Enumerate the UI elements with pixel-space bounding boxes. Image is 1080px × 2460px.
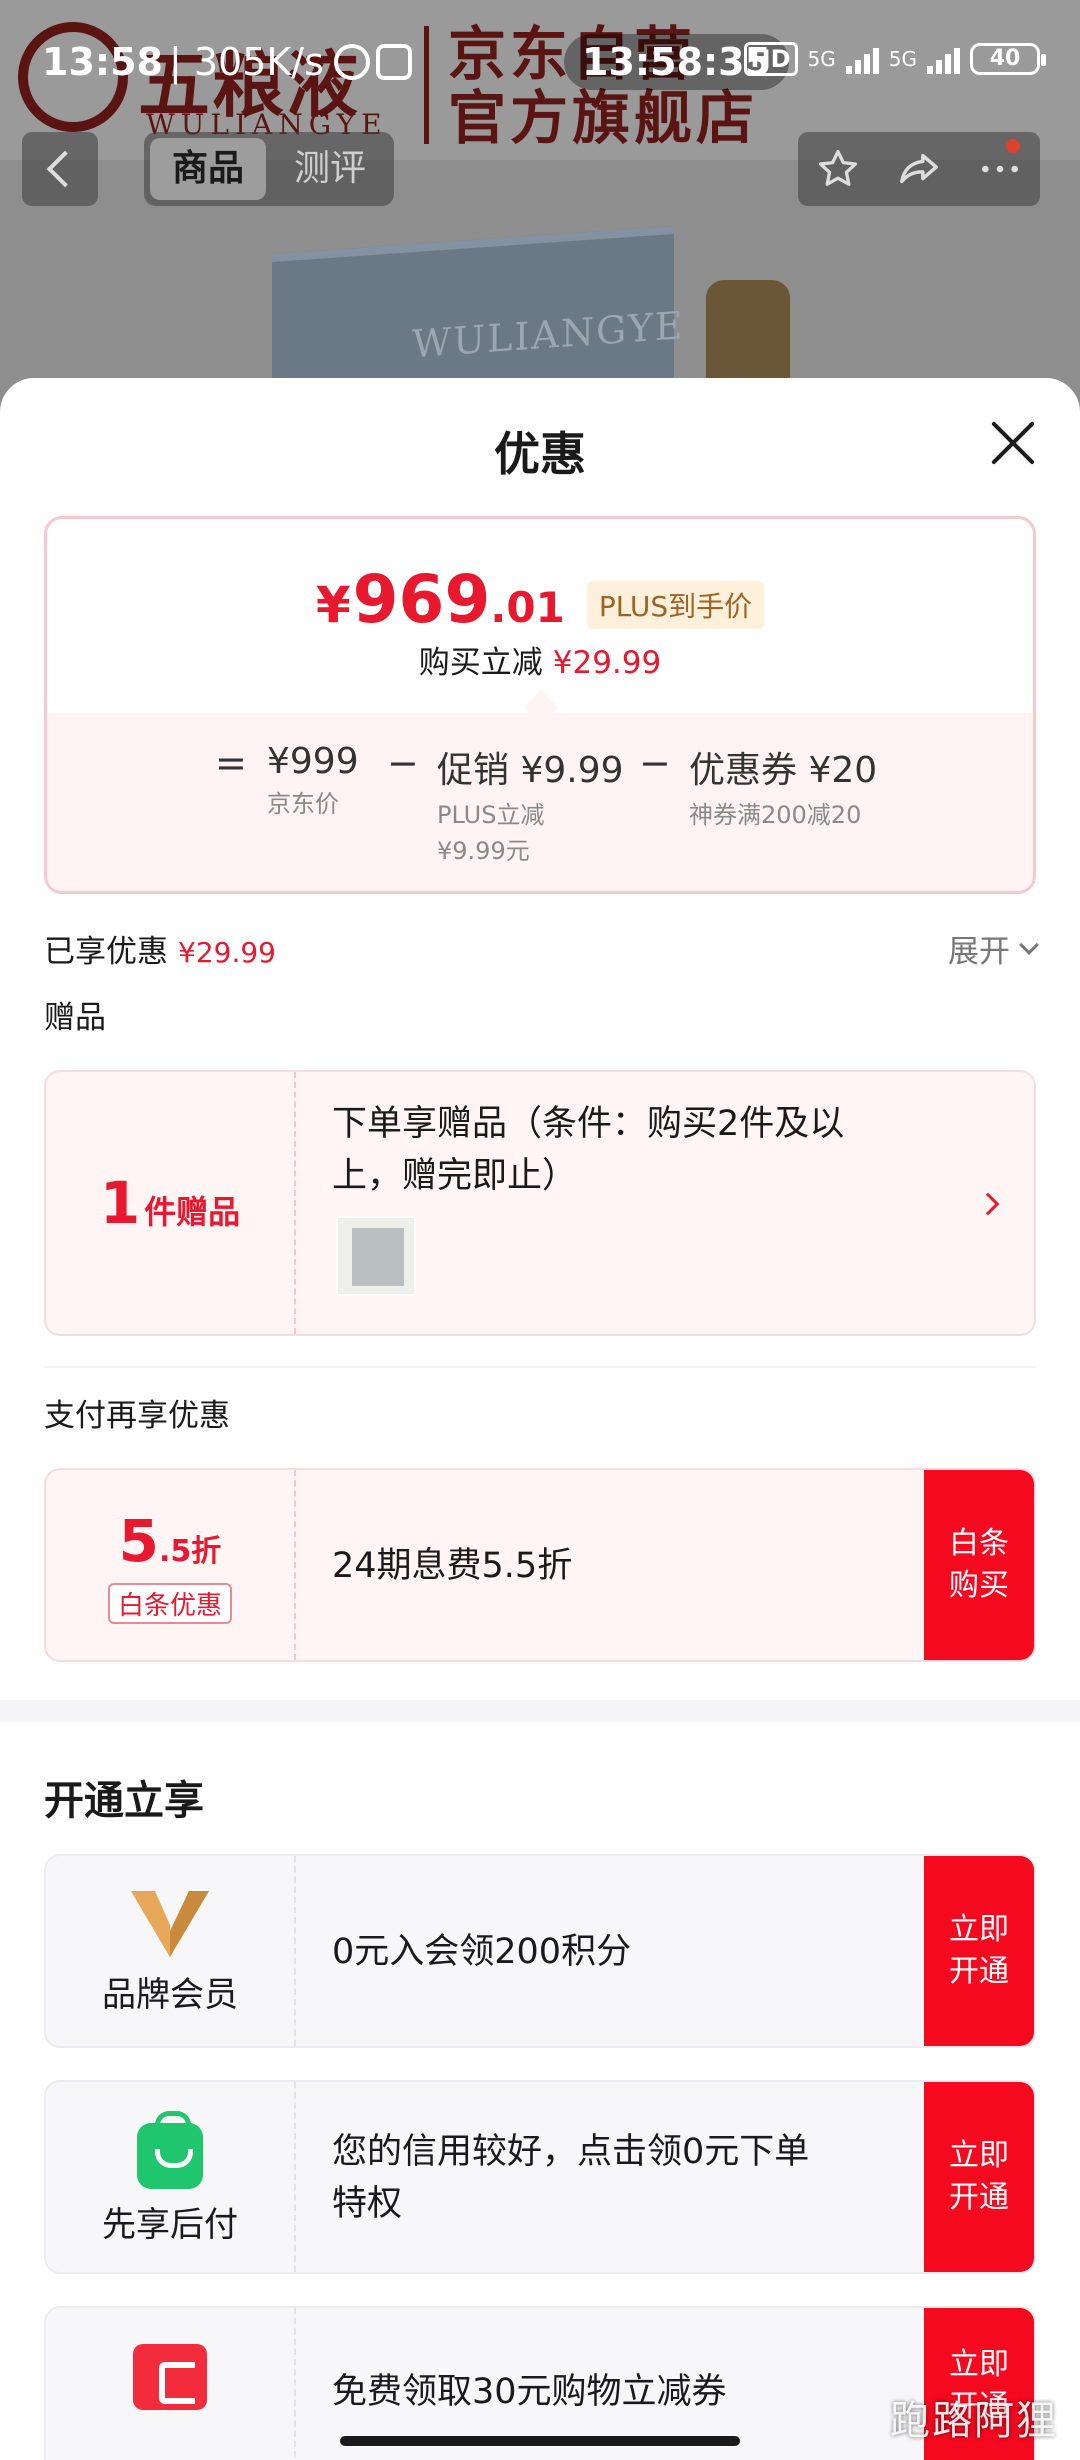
gift-card[interactable]: 1 件赠品 下单享赠品（条件：购买2件及以 上，赠完即止） <box>44 1070 1036 1336</box>
purchase-discount-label: 购买立减 <box>418 645 543 681</box>
pay-later-area: 先享后付 <box>46 2082 296 2272</box>
promo-discount: 促销 ¥9.99 PLUS立减 ¥9.99元 <box>437 741 624 869</box>
section-separator <box>0 1700 1080 1722</box>
enjoyed-value: ¥29.99 <box>178 936 276 969</box>
open-section-title: 开通立享 <box>44 1778 204 1824</box>
baitiao-discount-area: 5 .5折 白条优惠 <box>46 1470 296 1660</box>
price-breakdown: = ¥999 京东价 − 促销 ¥9.99 PLUS立减 ¥9.99元 − 优惠… <box>47 713 1033 891</box>
jd-price-value: ¥999 <box>267 741 359 782</box>
pay-section-label: 支付再享优惠 <box>44 1398 230 1434</box>
purchase-discount: 购买立减 ¥29.99 <box>47 637 1033 682</box>
shopping-bag-icon <box>137 2110 203 2189</box>
baitiao-tag: 白条优惠 <box>107 1582 232 1624</box>
expand-label: 展开 <box>948 934 1010 970</box>
more-icon[interactable] <box>976 139 1024 193</box>
discount-number: 5 <box>118 1506 160 1575</box>
card-icon <box>133 2344 207 2410</box>
gift-count-area: 1 件赠品 <box>46 1072 296 1334</box>
pay-later-card: 先享后付 您的信用较好，点击领0元下单 特权 立即 开通 <box>44 2080 1036 2274</box>
gift-count: 1 件赠品 <box>100 1169 240 1237</box>
product-box-label: WULIANGYE <box>412 303 685 367</box>
tab-product[interactable]: 商品 <box>150 138 267 200</box>
equals-sign: = <box>215 741 247 785</box>
promo-label: PLUS立减 ¥9.99元 <box>437 801 545 865</box>
coupon-discount: 优惠券 ¥20 神券满200减20 <box>689 741 877 833</box>
gift-count-number: 1 <box>99 1169 141 1237</box>
notification-dot <box>1005 139 1020 153</box>
brand-member-open-button[interactable]: 立即 开通 <box>924 1856 1034 2046</box>
pay-later-description: 您的信用较好，点击领0元下单 特权 <box>332 2132 810 2224</box>
star-icon[interactable] <box>814 145 862 193</box>
promo-value: 促销 ¥9.99 <box>437 750 624 791</box>
signal-strength-icon <box>845 44 879 74</box>
status-left: 13:58 | 305K/s <box>42 40 412 84</box>
price-decimal: .01 <box>490 583 565 632</box>
gift-thumbnail <box>336 1216 416 1296</box>
purchase-discount-value: ¥29.99 <box>552 645 662 681</box>
gift-bag-image <box>352 1228 404 1286</box>
enjoyed-discount-row: 已享优惠 ¥29.99 展开 <box>44 926 1039 976</box>
alarm-clock-icon <box>333 44 370 80</box>
baitiao-discount: 5 .5折 <box>119 1507 222 1575</box>
chevron-right-icon <box>976 1192 1000 1216</box>
home-indicator[interactable] <box>340 2436 740 2446</box>
jd-price: ¥999 京东价 <box>267 741 359 822</box>
status-bar: 13:58 | 305K/s 13:58:35 HD 5G 5G 40 <box>0 34 1080 94</box>
shopping-coupon-description: 免费领取30元购物立减券 <box>332 2372 727 2412</box>
chevron-down-icon <box>1019 934 1039 955</box>
status-right: HD 5G 5G 40 <box>743 42 1046 76</box>
brand-member-name: 品牌会员 <box>102 1974 238 2015</box>
network-speed: | 305K/s <box>168 40 324 84</box>
baitiao-description: 24期息费5.5折 <box>332 1546 573 1586</box>
user-watermark: 跑路阿狸 <box>890 2398 1058 2444</box>
sync-icon <box>375 44 412 80</box>
price-integer: 969 <box>352 561 491 638</box>
nav-actions <box>798 132 1040 206</box>
gift-section-label: 赠品 <box>44 1000 106 1036</box>
gift-count-unit: 件赠品 <box>144 1193 241 1231</box>
close-icon[interactable] <box>990 420 1036 466</box>
discount-unit: .5折 <box>159 1533 222 1569</box>
brand-member-description: 0元入会领200积分 <box>332 1932 632 1972</box>
plus-price-tag: PLUS到手价 <box>586 581 765 629</box>
enjoyed-label: 已享优惠 <box>44 934 168 970</box>
sheet-title: 优惠 <box>494 427 586 481</box>
brand-member-card: 品牌会员 0元入会领200积分 立即 开通 <box>44 1854 1036 2048</box>
shopping-coupon-area <box>46 2308 296 2460</box>
chevron-left-icon <box>46 150 84 188</box>
product-tabs: 商品 测评 <box>144 132 395 206</box>
expand-button[interactable]: 展开 <box>948 926 1039 971</box>
pay-later-name: 先享后付 <box>102 2204 238 2245</box>
share-icon[interactable] <box>895 145 943 193</box>
price-card: ¥ 969 .01 PLUS到手价 购买立减 ¥29.99 = ¥999 京东价 … <box>44 516 1036 894</box>
network-type-2: 5G <box>888 47 917 71</box>
tab-review[interactable]: 测评 <box>272 138 388 200</box>
signal-strength-icon-2 <box>927 44 960 74</box>
pay-later-open-button[interactable]: 立即 开通 <box>924 2082 1034 2272</box>
brand-v-icon <box>131 1890 209 1957</box>
minus-sign: − <box>387 741 419 785</box>
brand-member-area: 品牌会员 <box>46 1856 296 2046</box>
discount-sheet: 优惠 ¥ 969 .01 PLUS到手价 购买立减 ¥29.99 = ¥999 京… <box>0 378 1080 2460</box>
back-button[interactable] <box>22 132 98 206</box>
final-price: ¥ 969 .01 PLUS到手价 <box>47 561 1033 638</box>
baitiao-card: 5 .5折 白条优惠 24期息费5.5折 白条 购买 <box>44 1468 1036 1662</box>
baitiao-buy-button[interactable]: 白条 购买 <box>924 1470 1034 1660</box>
network-type-1: 5G <box>807 47 836 71</box>
jd-price-label: 京东价 <box>267 790 339 818</box>
minus-sign-2: − <box>639 741 671 785</box>
gift-description: 下单享赠品（条件：购买2件及以 上，赠完即止） <box>332 1104 845 1196</box>
battery-icon: 40 <box>970 43 1046 75</box>
coupon-label: 神券满200减20 <box>689 801 862 829</box>
hd-voice-icon: HD <box>743 42 798 76</box>
divider <box>44 1366 1036 1368</box>
price-currency: ¥ <box>315 576 351 634</box>
coupon-value: 优惠券 ¥20 <box>689 750 878 791</box>
status-time: 13:58 <box>42 40 163 84</box>
